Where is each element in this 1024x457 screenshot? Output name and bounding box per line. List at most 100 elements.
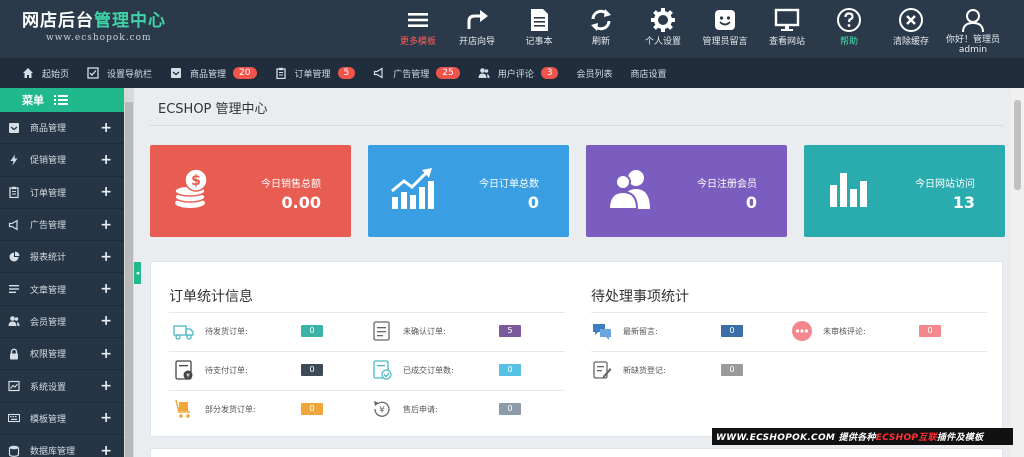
smiley-message-icon	[715, 10, 735, 30]
quick-nav-goods[interactable]: 商品管理 20	[170, 67, 257, 80]
chat-bubbles-icon	[593, 324, 611, 340]
comments-count-badge: 3	[540, 67, 559, 79]
cart-box-icon	[175, 399, 190, 418]
inbox-icon	[171, 68, 182, 78]
sidebar-scrollbar-thumb[interactable]	[125, 102, 133, 457]
stat-row-out-of-stock[interactable]: 新缺货登记: 0	[591, 358, 743, 382]
stat-card-orders[interactable]: 今日订单总数 0	[368, 145, 569, 237]
top-nav-refresh[interactable]: 刷新	[570, 0, 632, 58]
expand-plus-icon[interactable]: +	[100, 185, 112, 199]
checkbox-icon	[87, 67, 99, 79]
menu-lines-icon	[408, 13, 428, 27]
expand-plus-icon[interactable]: +	[100, 282, 112, 296]
expand-plus-icon[interactable]: +	[100, 121, 112, 135]
sidebar-item-goods[interactable]: 商品管理 +	[0, 112, 124, 145]
top-nav-view-site[interactable]: 查看网站	[756, 0, 818, 58]
expand-plus-icon[interactable]: +	[100, 153, 112, 167]
truck-icon	[173, 325, 194, 340]
database-icon	[8, 445, 20, 457]
expand-plus-icon[interactable]: +	[100, 250, 112, 264]
sidebar-item-database[interactable]: 数据库管理 +	[0, 435, 124, 457]
stat-label: 今日网站访问	[915, 179, 975, 190]
quick-nav-ads[interactable]: 广告管理 25	[373, 67, 460, 80]
edit-doc-icon	[593, 361, 612, 379]
top-nav-more-templates[interactable]: 更多模板	[390, 0, 446, 58]
pending-panel-title: 待处理事项统计	[591, 289, 689, 305]
coins-icon: $	[174, 168, 208, 208]
count-badge: 0	[301, 403, 323, 415]
sidebar-item-ads[interactable]: 广告管理 +	[0, 209, 124, 242]
expand-plus-icon[interactable]: +	[100, 444, 112, 457]
logo-url: www.ecshopok.com	[46, 33, 152, 43]
quick-nav-comments[interactable]: 用户评论 3	[478, 67, 559, 80]
count-badge: 0	[721, 364, 743, 376]
close-circle-icon	[899, 8, 923, 32]
sidebar-item-system-settings[interactable]: 系统设置 +	[0, 370, 124, 403]
count-badge: 0	[301, 325, 323, 337]
sidebar-item-permissions[interactable]: 权限管理 +	[0, 338, 124, 371]
sidebar-scrollbar[interactable]	[124, 88, 134, 457]
expand-plus-icon[interactable]: +	[100, 314, 112, 328]
stat-card-sales[interactable]: $ 今日销售总额 0.00	[150, 145, 351, 237]
members-icon	[607, 170, 650, 210]
logo[interactable]: 网店后台管理中心 www.ecshopok.com	[22, 10, 172, 44]
expand-plus-icon[interactable]: +	[100, 218, 112, 232]
expand-plus-icon[interactable]: +	[100, 411, 112, 425]
stat-card-visits[interactable]: 今日网站访问 13	[804, 145, 1005, 237]
sidebar-menu: 菜单 商品管理 + 促销管理 + 订单管理 + 广告管理 + 报表统计 + 文章管理 + 会…	[0, 88, 124, 457]
sidebar-item-promotions[interactable]: 促销管理 +	[0, 144, 124, 177]
sidebar-header[interactable]: 菜单	[0, 88, 124, 112]
stat-row-partial-shipment[interactable]: 部分发货订单: 0	[173, 397, 323, 421]
divider	[591, 351, 987, 352]
stat-row-new-messages[interactable]: 最新留言: 0	[591, 319, 743, 343]
top-nav-setup-wizard[interactable]: 开店向导	[446, 0, 508, 58]
stat-row-unconfirmed[interactable]: 未确认订单: 5	[371, 319, 521, 343]
collapse-sidebar-toggle[interactable]: ◂	[134, 262, 141, 284]
top-nav-user[interactable]: 你好！管理员 admin	[942, 0, 1004, 58]
refund-icon: ¥	[374, 401, 390, 417]
quick-nav-shop-settings[interactable]: 商店设置	[630, 67, 666, 80]
stat-row-completed[interactable]: 已成交订单数: 0	[371, 358, 521, 382]
count-badge: 0	[919, 325, 941, 337]
top-nav-label: 记事本	[525, 37, 553, 47]
top-nav-clear-cache[interactable]: 清除缓存	[880, 0, 942, 58]
expand-plus-icon[interactable]: +	[100, 347, 112, 361]
user-greeting: 你好！管理员	[945, 35, 1000, 45]
sidebar-item-articles[interactable]: 文章管理 +	[0, 273, 124, 306]
lock-icon	[10, 348, 18, 360]
page-title: ECSHOP 管理中心	[150, 100, 1003, 126]
stat-row-unreviewed-comments[interactable]: 未审核评论: 0	[791, 319, 941, 343]
quick-nav-bar: 起始页 设置导航栏 商品管理 20 订单管理 5 广告管理 25 用户评论 3 …	[0, 58, 1024, 88]
expand-plus-icon[interactable]: +	[100, 379, 112, 393]
stat-row-pending-shipment[interactable]: 待发货订单: 0	[173, 319, 323, 343]
top-nav-personal-settings[interactable]: 个人设置	[632, 0, 694, 58]
bar-chart-icon	[830, 173, 867, 207]
top-nav-help[interactable]: 帮助	[818, 0, 880, 58]
sidebar-item-templates[interactable]: 模板管理 +	[0, 403, 124, 435]
quick-nav-orders[interactable]: 订单管理 5	[275, 67, 356, 80]
sidebar-item-reports[interactable]: 报表统计 +	[0, 241, 124, 274]
main-scrollbar-thumb[interactable]	[1014, 100, 1021, 190]
sidebar-item-members[interactable]: 会员管理 +	[0, 306, 124, 339]
sidebar-item-orders[interactable]: 订单管理 +	[0, 177, 124, 209]
orders-count-badge: 5	[337, 67, 356, 79]
top-nav-label: 管理员留言	[702, 37, 748, 47]
top-nav-notepad[interactable]: 记事本	[508, 0, 570, 58]
checked-doc-icon	[373, 360, 392, 380]
ads-count-badge: 25	[436, 67, 460, 79]
quick-nav-home[interactable]: 起始页	[22, 67, 69, 80]
divider	[169, 351, 565, 352]
stat-label: 今日销售总额	[261, 179, 321, 190]
goods-count-badge: 20	[233, 67, 257, 79]
stat-label: 今日订单总数	[479, 179, 539, 190]
list-icon	[9, 285, 19, 294]
top-nav-admin-message[interactable]: 管理员留言	[694, 0, 756, 58]
logo-accent: 管理中心	[94, 11, 166, 31]
growth-chart-icon	[391, 168, 434, 209]
stat-row-after-sales[interactable]: ¥ 售后申请: 0	[371, 397, 521, 421]
stat-card-members[interactable]: 今日注册会员 0	[586, 145, 787, 237]
quick-nav-set-nav[interactable]: 设置导航栏	[87, 67, 152, 80]
main-scrollbar[interactable]	[1011, 88, 1024, 457]
stat-row-pending-payment[interactable]: ¥ 待支付订单: 0	[173, 358, 323, 382]
quick-nav-members[interactable]: 会员列表	[576, 67, 612, 80]
